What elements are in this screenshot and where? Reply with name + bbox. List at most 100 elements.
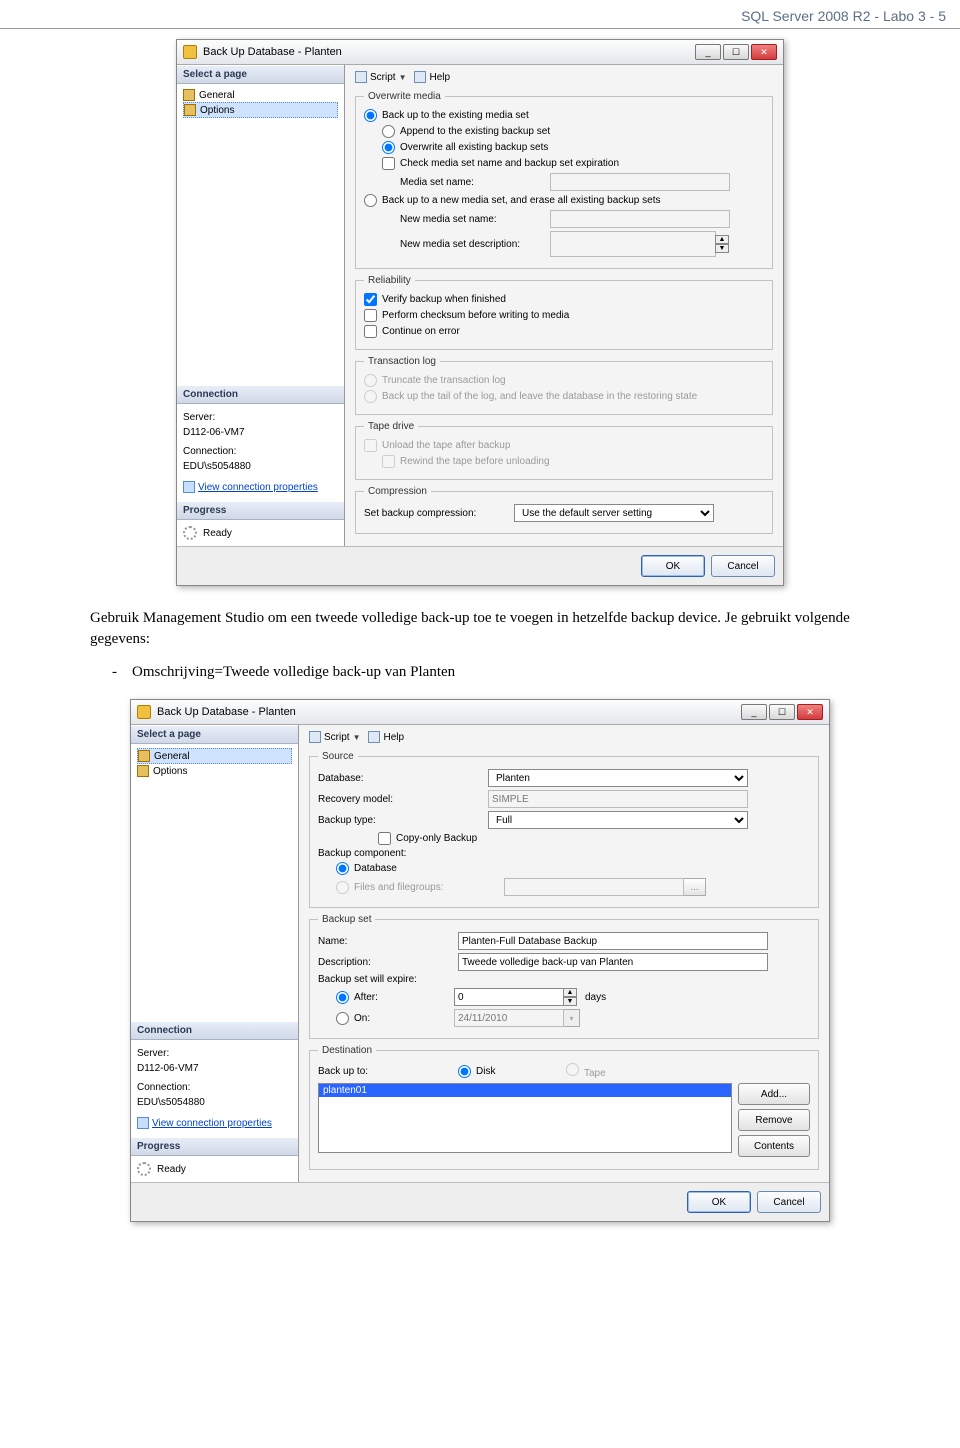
destination-group: Destination Back up to: Disk Tape plante… <box>309 1045 819 1170</box>
radio-expire-after[interactable] <box>336 991 349 1004</box>
cancel-button[interactable]: Cancel <box>711 555 775 577</box>
reliability-group: Reliability Verify backup when finished … <box>355 275 773 350</box>
name-input[interactable] <box>458 932 768 950</box>
overwrite-media-legend: Overwrite media <box>364 91 445 102</box>
radio-backup-existing-label: Back up to the existing media set <box>382 110 529 121</box>
new-media-desc-input <box>550 231 716 257</box>
desc-label: Description: <box>318 957 458 968</box>
radio-backup-existing[interactable] <box>364 109 377 122</box>
desc-input[interactable] <box>458 953 768 971</box>
destination-list-item[interactable]: planten01 <box>319 1084 731 1097</box>
check-copy-only[interactable] <box>378 832 391 845</box>
help-button[interactable]: Help <box>414 71 450 83</box>
help-label: Help <box>429 72 450 83</box>
add-button[interactable]: Add... <box>738 1083 810 1105</box>
radio-overwrite-all[interactable] <box>382 141 395 154</box>
database-select[interactable]: Planten <box>488 769 748 787</box>
check-copy-only-label: Copy-only Backup <box>396 833 477 844</box>
close-button[interactable]: ✕ <box>797 704 823 720</box>
check-verify[interactable] <box>364 293 377 306</box>
backup-dialog-general: Back Up Database - Planten _ ☐ ✕ Select … <box>130 699 830 1222</box>
database-label: Database: <box>318 773 488 784</box>
connection-header: Connection <box>131 1021 298 1040</box>
ok-button[interactable]: OK <box>641 555 705 577</box>
backup-to-label: Back up to: <box>318 1066 458 1077</box>
select-page-header: Select a page <box>177 65 344 84</box>
connection-label: Connection: <box>137 1080 292 1095</box>
check-verify-label: Verify backup when finished <box>382 294 506 305</box>
reliability-legend: Reliability <box>364 275 415 286</box>
link-icon <box>137 1117 149 1129</box>
destination-legend: Destination <box>318 1045 376 1056</box>
radio-tape <box>566 1063 579 1076</box>
check-rewind-tape <box>382 455 395 468</box>
check-media-name[interactable] <box>382 157 395 170</box>
dropdown-arrow-icon: ▼ <box>353 733 361 742</box>
connection-info: Server: D112-06-VM7 Connection: EDU\s505… <box>177 404 344 501</box>
app-icon <box>137 705 151 719</box>
tape-drive-group: Tape drive Unload the tape after backup … <box>355 421 773 480</box>
transaction-log-group: Transaction log Truncate the transaction… <box>355 356 773 415</box>
check-checksum[interactable] <box>364 309 377 322</box>
radio-component-fg <box>336 881 349 894</box>
page-options[interactable]: Options <box>137 764 292 778</box>
page-general[interactable]: General <box>183 88 338 102</box>
page-icon <box>138 750 150 762</box>
recovery-input <box>488 790 748 808</box>
script-button[interactable]: Script ▼ <box>355 71 406 83</box>
spin-down-button[interactable]: ▼ <box>563 997 577 1006</box>
help-label: Help <box>383 732 404 743</box>
backup-type-select[interactable]: Full <box>488 811 748 829</box>
after-days-input[interactable] <box>454 988 564 1006</box>
minimize-button[interactable]: _ <box>695 44 721 60</box>
contents-button[interactable]: Contents <box>738 1135 810 1157</box>
radio-append-existing[interactable] <box>382 125 395 138</box>
check-continue-error[interactable] <box>364 325 377 338</box>
maximize-button[interactable]: ☐ <box>723 44 749 60</box>
titlebar: Back Up Database - Planten _ ☐ ✕ <box>131 700 829 725</box>
server-label: Server: <box>137 1046 292 1061</box>
radio-expire-on[interactable] <box>336 1012 349 1025</box>
progress-status: Ready <box>203 528 232 539</box>
page-general[interactable]: General <box>137 748 292 764</box>
tape-drive-legend: Tape drive <box>364 421 418 432</box>
destination-listbox[interactable]: planten01 <box>318 1083 732 1153</box>
new-media-name-input <box>550 210 730 228</box>
compression-select[interactable]: Use the default server setting <box>514 504 714 522</box>
main-panel: Script ▼ Help Source Database: Planten R… <box>299 725 829 1182</box>
radio-disk[interactable] <box>458 1065 471 1078</box>
radio-new-media-erase[interactable] <box>364 194 377 207</box>
radio-append-existing-label: Append to the existing backup set <box>400 126 550 137</box>
view-connection-link[interactable]: View connection properties <box>152 1118 272 1129</box>
date-dropdown-button: ▾ <box>564 1009 580 1027</box>
cancel-button[interactable]: Cancel <box>757 1191 821 1213</box>
radio-component-db[interactable] <box>336 862 349 875</box>
server-value: D112-06-VM7 <box>183 425 338 440</box>
remove-button[interactable]: Remove <box>738 1109 810 1131</box>
doc-paragraph: Gebruik Management Studio om een tweede … <box>0 602 960 656</box>
close-button[interactable]: ✕ <box>751 44 777 60</box>
radio-backup-tail <box>364 390 377 403</box>
help-button[interactable]: Help <box>368 731 404 743</box>
component-label: Backup component: <box>318 848 406 859</box>
main-panel: Script ▼ Help Overwrite media Back up to… <box>345 65 783 546</box>
filegroups-browse-button: ... <box>684 878 706 896</box>
minimize-button[interactable]: _ <box>741 704 767 720</box>
page-options[interactable]: Options <box>183 102 338 118</box>
connection-value: EDU\s5054880 <box>137 1095 292 1110</box>
sidebar: Select a page General Options Connection… <box>131 725 299 1182</box>
media-set-name-input <box>550 173 730 191</box>
radio-expire-after-label: After: <box>354 992 454 1003</box>
spin-up-button[interactable]: ▲ <box>563 988 577 997</box>
spinner-icon <box>137 1162 151 1176</box>
radio-truncate-log-label: Truncate the transaction log <box>382 375 506 386</box>
new-media-desc-label: New media set description: <box>400 239 550 250</box>
page-icon <box>184 104 196 116</box>
link-icon <box>183 481 195 493</box>
help-icon <box>414 71 426 83</box>
view-connection-link[interactable]: View connection properties <box>198 482 318 493</box>
ok-button[interactable]: OK <box>687 1191 751 1213</box>
maximize-button[interactable]: ☐ <box>769 704 795 720</box>
connection-info: Server: D112-06-VM7 Connection: EDU\s505… <box>131 1040 298 1137</box>
script-button[interactable]: Script ▼ <box>309 731 360 743</box>
